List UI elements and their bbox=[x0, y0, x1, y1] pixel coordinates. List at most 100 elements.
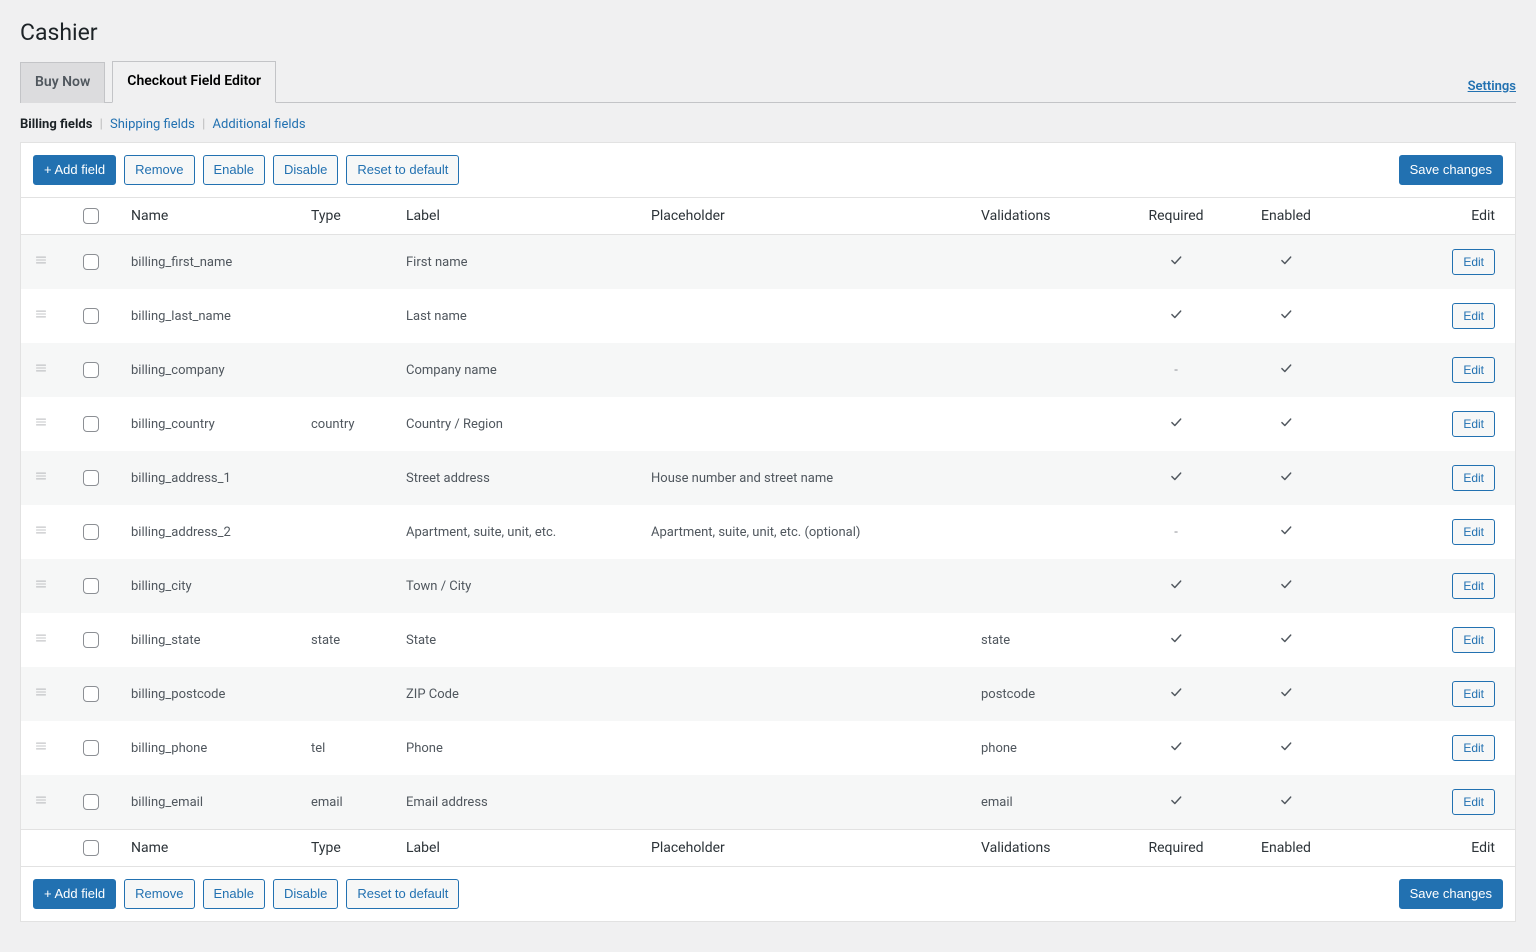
cell-required bbox=[1121, 235, 1231, 290]
edit-button[interactable]: Edit bbox=[1452, 573, 1495, 599]
drag-handle-icon[interactable] bbox=[34, 526, 48, 541]
cell-validations: email bbox=[971, 775, 1121, 830]
tab-buy-now[interactable]: Buy Now bbox=[20, 62, 105, 103]
check-icon bbox=[1169, 310, 1183, 325]
edit-button[interactable]: Edit bbox=[1452, 735, 1495, 761]
row-checkbox[interactable] bbox=[83, 632, 99, 648]
reset-button-bottom[interactable]: Reset to default bbox=[346, 879, 459, 909]
edit-button[interactable]: Edit bbox=[1452, 303, 1495, 329]
add-field-button-bottom[interactable]: + Add field bbox=[33, 879, 116, 909]
cell-placeholder bbox=[641, 775, 971, 830]
cell-required: - bbox=[1121, 343, 1231, 397]
disable-button[interactable]: Disable bbox=[273, 155, 338, 185]
tab-wrapper: Buy Now Checkout Field Editor Settings bbox=[20, 60, 1516, 103]
enable-button[interactable]: Enable bbox=[203, 155, 265, 185]
drag-handle-icon[interactable] bbox=[34, 310, 48, 325]
reset-button[interactable]: Reset to default bbox=[346, 155, 459, 185]
cell-type bbox=[301, 559, 396, 613]
cell-label: Last name bbox=[396, 289, 641, 343]
col-placeholder-footer: Placeholder bbox=[641, 830, 971, 867]
row-checkbox[interactable] bbox=[83, 362, 99, 378]
row-checkbox[interactable] bbox=[83, 308, 99, 324]
check-icon bbox=[1279, 256, 1293, 271]
drag-handle-icon[interactable] bbox=[34, 256, 48, 271]
tab-checkout-field-editor[interactable]: Checkout Field Editor bbox=[112, 61, 276, 103]
row-checkbox[interactable] bbox=[83, 740, 99, 756]
disable-button-bottom[interactable]: Disable bbox=[273, 879, 338, 909]
row-checkbox[interactable] bbox=[83, 794, 99, 810]
row-checkbox[interactable] bbox=[83, 254, 99, 270]
select-all-checkbox-bottom[interactable] bbox=[83, 840, 99, 856]
col-label: Label bbox=[396, 197, 641, 234]
row-checkbox[interactable] bbox=[83, 470, 99, 486]
remove-button[interactable]: Remove bbox=[124, 155, 194, 185]
drag-handle-icon[interactable] bbox=[34, 418, 48, 433]
cell-enabled bbox=[1231, 613, 1341, 667]
table-row: billing_cityTown / CityEdit bbox=[21, 559, 1515, 613]
row-checkbox[interactable] bbox=[83, 416, 99, 432]
save-changes-button[interactable]: Save changes bbox=[1399, 155, 1503, 185]
cell-validations bbox=[971, 505, 1121, 559]
drag-handle-icon[interactable] bbox=[34, 796, 48, 811]
cell-placeholder bbox=[641, 559, 971, 613]
actions-bar-top: + Add field Remove Enable Disable Reset … bbox=[21, 143, 1515, 197]
edit-button[interactable]: Edit bbox=[1452, 627, 1495, 653]
cell-validations: postcode bbox=[971, 667, 1121, 721]
cell-label: Country / Region bbox=[396, 397, 641, 451]
table-row: billing_first_nameFirst nameEdit bbox=[21, 235, 1515, 290]
check-icon bbox=[1279, 310, 1293, 325]
col-enabled: Enabled bbox=[1231, 197, 1341, 234]
select-all-checkbox-top[interactable] bbox=[83, 208, 99, 224]
cell-validations bbox=[971, 235, 1121, 290]
drag-handle-icon[interactable] bbox=[34, 634, 48, 649]
col-name: Name bbox=[121, 197, 301, 234]
table-row: billing_last_nameLast nameEdit bbox=[21, 289, 1515, 343]
col-type: Type bbox=[301, 197, 396, 234]
section-billing[interactable]: Billing fields bbox=[20, 117, 92, 132]
drag-handle-icon[interactable] bbox=[34, 580, 48, 595]
edit-button[interactable]: Edit bbox=[1452, 411, 1495, 437]
save-changes-button-bottom[interactable]: Save changes bbox=[1399, 879, 1503, 909]
fields-card: + Add field Remove Enable Disable Reset … bbox=[20, 142, 1516, 923]
section-additional[interactable]: Additional fields bbox=[213, 117, 306, 132]
cell-label: Email address bbox=[396, 775, 641, 830]
row-checkbox[interactable] bbox=[83, 524, 99, 540]
row-checkbox[interactable] bbox=[83, 578, 99, 594]
cell-type: country bbox=[301, 397, 396, 451]
enable-button-bottom[interactable]: Enable bbox=[203, 879, 265, 909]
col-required: Required bbox=[1121, 197, 1231, 234]
check-icon bbox=[1279, 742, 1293, 757]
edit-button[interactable]: Edit bbox=[1452, 465, 1495, 491]
drag-handle-icon[interactable] bbox=[34, 742, 48, 757]
cell-required bbox=[1121, 613, 1231, 667]
cell-name: billing_email bbox=[121, 775, 301, 830]
edit-button[interactable]: Edit bbox=[1452, 519, 1495, 545]
edit-button[interactable]: Edit bbox=[1452, 357, 1495, 383]
cell-required bbox=[1121, 451, 1231, 505]
remove-button-bottom[interactable]: Remove bbox=[124, 879, 194, 909]
cell-placeholder bbox=[641, 235, 971, 290]
check-icon bbox=[1279, 634, 1293, 649]
cell-name: billing_state bbox=[121, 613, 301, 667]
cell-required: - bbox=[1121, 505, 1231, 559]
settings-link[interactable]: Settings bbox=[1468, 79, 1516, 94]
drag-handle-icon[interactable] bbox=[34, 472, 48, 487]
edit-button[interactable]: Edit bbox=[1452, 681, 1495, 707]
add-field-button[interactable]: + Add field bbox=[33, 155, 116, 185]
cell-type bbox=[301, 451, 396, 505]
section-shipping[interactable]: Shipping fields bbox=[110, 117, 195, 132]
cell-validations bbox=[971, 343, 1121, 397]
cell-type: state bbox=[301, 613, 396, 667]
drag-handle-icon[interactable] bbox=[34, 688, 48, 703]
col-edit: Edit bbox=[1341, 197, 1515, 234]
row-checkbox[interactable] bbox=[83, 686, 99, 702]
cell-placeholder bbox=[641, 397, 971, 451]
edit-button[interactable]: Edit bbox=[1452, 249, 1495, 275]
drag-handle-icon[interactable] bbox=[34, 364, 48, 379]
edit-button[interactable]: Edit bbox=[1452, 789, 1495, 815]
check-icon bbox=[1169, 796, 1183, 811]
cell-placeholder bbox=[641, 721, 971, 775]
sections-nav: Billing fields | Shipping fields | Addit… bbox=[20, 103, 1516, 142]
cell-enabled bbox=[1231, 235, 1341, 290]
cell-enabled bbox=[1231, 721, 1341, 775]
